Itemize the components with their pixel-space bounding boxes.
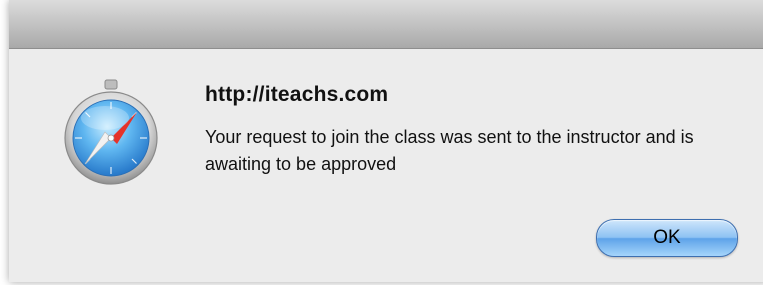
dialog-message: Your request to join the class was sent … [205,127,694,174]
window-titlebar[interactable] [9,0,763,49]
ok-button[interactable]: OK [596,219,738,257]
alert-dialog: http://iteachs.com Your request to join … [9,0,763,282]
dialog-title: http://iteachs.com [205,83,389,106]
safari-compass-icon [61,78,161,190]
